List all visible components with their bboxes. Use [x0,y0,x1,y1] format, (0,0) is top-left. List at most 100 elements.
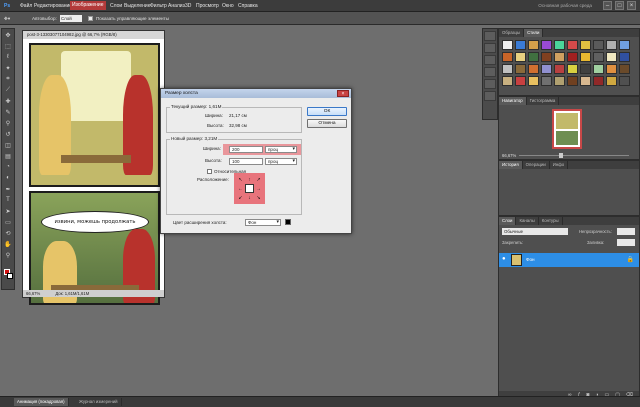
ext-color-select[interactable]: Фон [245,219,281,226]
actions-icon[interactable] [484,43,496,53]
style-swatch[interactable] [606,64,617,74]
tab-animation[interactable]: Анимация (покадровая) [14,398,69,406]
style-swatch[interactable] [619,40,630,50]
style-swatch[interactable] [554,76,565,86]
style-swatch[interactable] [567,52,578,62]
tab-histogram[interactable]: Гистограмма [527,97,560,105]
tab-swatches[interactable]: Образцы [499,29,525,37]
style-swatch[interactable] [502,40,513,50]
eyedropper-icon[interactable]: ⟋ [2,85,14,95]
menu-help[interactable]: Справка [238,3,258,9]
style-swatch[interactable] [528,64,539,74]
style-swatch[interactable] [580,40,591,50]
style-swatch[interactable] [593,64,604,74]
ps-logo[interactable]: Ps [4,3,10,9]
style-swatch[interactable] [593,52,604,62]
anchor-bottom-left[interactable]: ↙ [236,193,245,202]
style-swatch[interactable] [580,52,591,62]
style-swatch[interactable] [606,40,617,50]
style-swatch[interactable] [606,52,617,62]
menu-view[interactable]: Просмотр [196,3,219,9]
zoom-tool-icon[interactable]: ⚲ [2,250,14,260]
character-icon[interactable] [484,79,496,89]
marquee-tool-icon[interactable]: ⬚ [2,41,14,51]
tab-history[interactable]: История [499,161,523,169]
style-swatch[interactable] [502,76,513,86]
style-swatch[interactable] [567,64,578,74]
maximize-icon[interactable]: □ [615,1,624,10]
lasso-tool-icon[interactable]: ℓ [2,52,14,62]
hand-tool-icon[interactable]: ✋ [2,239,14,249]
paragraph-icon[interactable] [484,91,496,101]
crop-tool-icon[interactable]: ⌗ [2,74,14,84]
menu-file[interactable]: Файл [20,3,32,9]
doc-size[interactable]: Док: 1,61M/1,61M [55,291,89,296]
move-tool-icon[interactable]: ✥ [2,30,14,40]
style-swatch[interactable] [554,64,565,74]
dialog-title[interactable]: Размер холста [161,89,351,98]
anchor-left[interactable]: ← [236,184,245,193]
style-swatch[interactable] [541,40,552,50]
style-swatch[interactable] [567,76,578,86]
style-swatch[interactable] [515,64,526,74]
path-select-icon[interactable]: ➤ [2,206,14,216]
style-swatch[interactable] [541,52,552,62]
style-swatch[interactable] [567,40,578,50]
ok-button[interactable]: ОК [307,107,347,116]
blur-tool-icon[interactable]: ◔ [2,162,14,172]
anchor-bottom-right[interactable]: ↘ [254,193,263,202]
tab-navigator[interactable]: Навигатор [499,97,527,105]
anchor-top-left[interactable]: ↖ [236,175,245,184]
fill-input[interactable] [617,239,635,246]
menu-select[interactable]: Выделение [124,3,151,9]
style-swatch[interactable] [515,40,526,50]
height-input[interactable]: 100 [229,158,263,165]
style-swatch[interactable] [502,52,513,62]
opacity-input[interactable] [617,228,635,235]
menu-window[interactable]: Окно [222,3,234,9]
layer-row[interactable]: ● Фон 🔒 [499,253,639,267]
style-swatch[interactable] [606,76,617,86]
zoom-level[interactable]: 66,67% [26,291,40,296]
style-swatch[interactable] [528,76,539,86]
document-title[interactable]: post-3-13303077104982.jpg @ 66,7% (RGB/8… [23,31,164,39]
ext-color-swatch[interactable] [285,219,291,225]
pen-tool-icon[interactable]: ✒ [2,184,14,194]
anchor-bottom[interactable]: ↓ [245,193,254,202]
brush-tool-icon[interactable]: ✎ [2,107,14,117]
history-icon[interactable] [484,31,496,41]
eye-icon[interactable]: ● [502,256,508,264]
menu-layers[interactable]: Слои [110,3,122,9]
relative-checkbox[interactable] [207,169,212,174]
menu-edit[interactable]: Редактирование [34,3,72,9]
tab-actions[interactable]: Операции [523,161,550,169]
shape-tool-icon[interactable]: ▭ [2,217,14,227]
style-swatch[interactable] [619,76,630,86]
dodge-tool-icon[interactable]: ◐ [2,173,14,183]
close-icon[interactable]: × [627,1,636,10]
anchor-right[interactable]: → [254,184,263,193]
history-brush-icon[interactable]: ↺ [2,129,14,139]
style-swatch[interactable] [619,52,630,62]
minimize-icon[interactable]: – [603,1,612,10]
workspace-label[interactable]: Основная рабочая среда [538,3,592,8]
brushes-icon[interactable] [484,55,496,65]
layer-name[interactable]: Фон [526,257,535,262]
anchor-top[interactable]: ↑ [245,175,254,184]
gradient-tool-icon[interactable]: ▤ [2,151,14,161]
style-swatch[interactable] [593,40,604,50]
tab-measurement-log[interactable]: Журнал измерений [76,398,122,406]
style-swatch[interactable] [554,52,565,62]
height-unit-select[interactable]: проц [265,158,297,165]
menu-analysis[interactable]: Анализ [168,3,185,9]
healing-brush-icon[interactable]: ✚ [2,96,14,106]
style-swatch[interactable] [515,76,526,86]
dialog-close-button[interactable]: × [337,90,349,97]
background-color-swatch[interactable] [7,273,13,279]
style-swatch[interactable] [619,64,630,74]
anchor-top-right[interactable]: ↗ [254,175,263,184]
tab-styles[interactable]: Стили [524,29,544,37]
width-unit-select[interactable]: проц [265,146,297,153]
clone-stamp-icon[interactable]: ⚲ [2,118,14,128]
style-swatch[interactable] [580,76,591,86]
